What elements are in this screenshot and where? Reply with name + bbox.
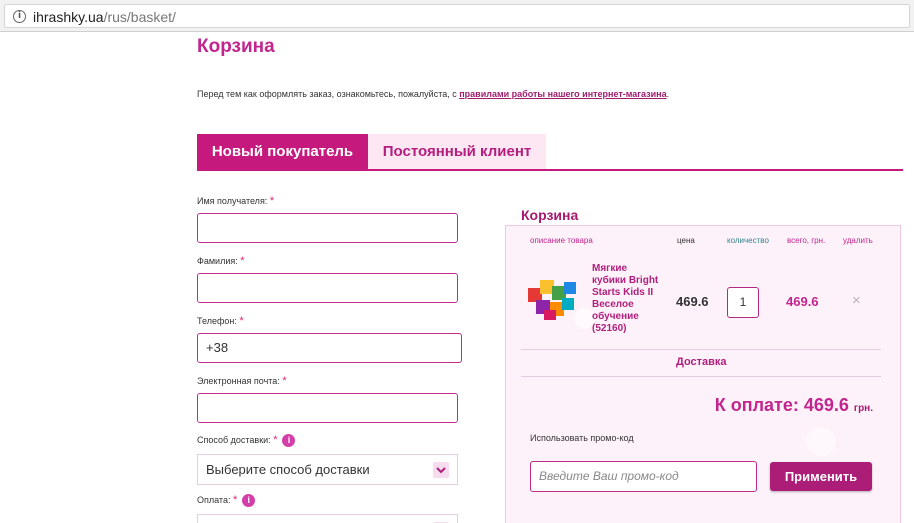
payment-select[interactable] bbox=[197, 514, 458, 523]
header-price: цена bbox=[677, 236, 695, 245]
recipient-name-field[interactable] bbox=[197, 213, 458, 243]
payment-label: Оплата: * i bbox=[197, 494, 256, 508]
recipient-label: Имя получателя: * bbox=[197, 195, 274, 207]
payment-label-text: Оплата: bbox=[197, 495, 231, 505]
required-mark: * bbox=[273, 434, 278, 446]
required-mark: * bbox=[239, 315, 244, 327]
cart-panel: описание товара цена количество всего, г… bbox=[505, 225, 901, 523]
delivery-method-value: Выберите способ доставки bbox=[206, 462, 370, 477]
required-mark: * bbox=[269, 195, 275, 207]
rules-link[interactable]: правилами работы нашего интернет-магазин… bbox=[459, 89, 666, 99]
delivery-method-label-text: Способ доставки: bbox=[197, 435, 271, 445]
notice-end: . bbox=[666, 89, 670, 99]
email-label: Электронная почта: * bbox=[197, 375, 287, 387]
delivery-info-icon[interactable]: i bbox=[282, 434, 296, 448]
url-domain: ihrashky.ua bbox=[33, 9, 104, 25]
currency-label: грн. bbox=[853, 403, 873, 414]
product-price: 469.6 bbox=[676, 294, 709, 309]
header-total: всего, грн. bbox=[787, 236, 826, 245]
email-field[interactable] bbox=[197, 393, 458, 423]
url-field[interactable]: i ihrashky.ua/rus/basket/ bbox=[4, 4, 910, 28]
header-description: описание товара bbox=[530, 236, 593, 245]
tab-new-customer[interactable]: Новый покупатель bbox=[197, 134, 368, 169]
page-title: Корзина bbox=[197, 36, 275, 57]
url-path: /rus/basket/ bbox=[103, 9, 176, 25]
email-label-text: Электронная почта: bbox=[197, 376, 280, 386]
lastname-label-text: Фамилия: bbox=[197, 256, 238, 266]
header-quantity: количество bbox=[727, 236, 769, 245]
product-total: 469.6 bbox=[786, 294, 819, 309]
phone-label-text: Телефон: bbox=[197, 316, 237, 326]
lastname-field[interactable] bbox=[197, 273, 458, 303]
order-total-text: К оплате: 469.6 bbox=[714, 395, 849, 415]
cart-title: Корзина bbox=[521, 207, 579, 223]
quantity-field[interactable]: 1 bbox=[727, 287, 759, 318]
promo-code-label: Использовать промо-код bbox=[530, 433, 634, 443]
rules-notice: Перед тем как оформлять заказ, ознакомьт… bbox=[197, 89, 669, 99]
delivery-method-label: Способ доставки: * i bbox=[197, 434, 296, 448]
payment-info-icon[interactable]: i bbox=[242, 494, 256, 508]
recipient-label-text: Имя получателя: bbox=[197, 196, 268, 206]
notice-text: Перед тем как оформлять заказ, ознакомьт… bbox=[197, 89, 460, 99]
phone-label: Телефон: * bbox=[197, 315, 244, 327]
order-total: К оплате: 469.6 грн. bbox=[715, 395, 873, 416]
required-mark: * bbox=[232, 494, 238, 506]
tab-returning-customer[interactable]: Постоянный клиент bbox=[368, 134, 546, 169]
required-mark: * bbox=[240, 255, 245, 267]
product-name-link[interactable]: Мягкие кубики Bright Starts Kids II Весе… bbox=[592, 263, 662, 335]
lastname-label: Фамилия: * bbox=[197, 255, 245, 267]
delivery-method-select[interactable]: Выберите способ доставки bbox=[197, 454, 458, 485]
info-icon[interactable]: i bbox=[13, 10, 26, 23]
header-remove: удалить bbox=[843, 236, 873, 245]
remove-icon[interactable]: × bbox=[852, 292, 861, 309]
chevron-down-icon bbox=[433, 462, 449, 478]
promo-code-input[interactable]: Введите Ваш промо-код bbox=[530, 461, 757, 492]
required-mark: * bbox=[282, 375, 287, 387]
apply-promo-button[interactable]: Применить bbox=[770, 462, 872, 491]
product-image[interactable] bbox=[526, 278, 580, 322]
browser-address-bar: i ihrashky.ua/rus/basket/ bbox=[0, 0, 914, 32]
divider bbox=[521, 376, 881, 377]
divider bbox=[521, 349, 881, 350]
customer-tabs: Новый покупатель Постоянный клиент bbox=[197, 134, 903, 171]
delivery-label: Доставка bbox=[676, 356, 727, 368]
url-text: ihrashky.ua/rus/basket/ bbox=[33, 9, 176, 25]
phone-field[interactable]: +38 bbox=[197, 333, 462, 363]
